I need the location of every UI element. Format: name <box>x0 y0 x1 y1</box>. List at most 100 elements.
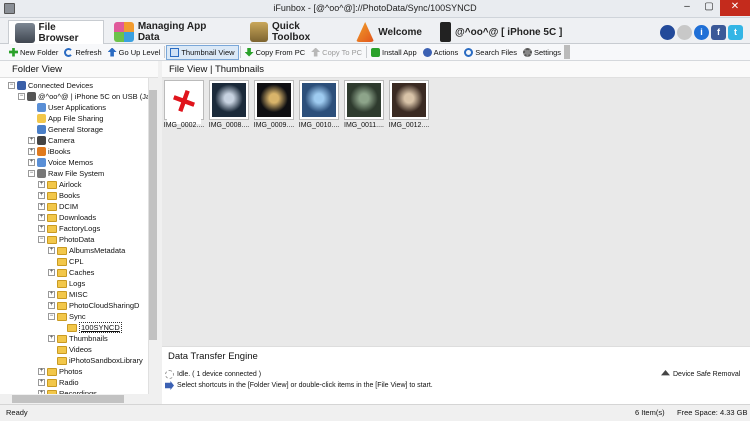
file-thumbnail[interactable] <box>299 80 339 120</box>
expand-toggle[interactable]: + <box>38 379 45 386</box>
toolbar-divider <box>239 46 241 58</box>
tree-item-label: Caches <box>69 268 95 277</box>
tree-item[interactable]: CPL <box>48 256 84 267</box>
tree-item[interactable]: + Photos <box>38 366 82 377</box>
file-thumbnail[interactable] <box>254 80 294 120</box>
tree-item[interactable]: + FactoryLogs <box>38 223 100 234</box>
expand-toggle[interactable]: + <box>38 225 45 232</box>
tree-item[interactable]: + Camera <box>28 135 75 146</box>
twitter-icon[interactable]: t <box>728 25 743 40</box>
tree-item[interactable]: + AlbumsMetadata <box>48 245 125 256</box>
expand-toggle[interactable]: + <box>28 137 35 144</box>
expand-toggle[interactable]: + <box>38 203 45 210</box>
collapse-toggle[interactable]: − <box>8 82 15 89</box>
refresh-circle-icon[interactable] <box>677 25 692 40</box>
expand-toggle[interactable]: + <box>28 148 35 155</box>
folder-view-header: Folder View <box>0 61 160 78</box>
file-view-area[interactable]: IMG_0002.... IMG_0008.... IMG_0009.... IMG_… <box>162 78 750 346</box>
tree-item[interactable]: + Radio <box>38 377 79 388</box>
tree-item-label: App File Sharing <box>48 114 104 123</box>
thumbnail-view-button[interactable]: Thumbnail View <box>166 44 239 60</box>
expand-toggle[interactable]: + <box>38 181 45 188</box>
tree-item[interactable]: iPhotoSandboxLibrary <box>48 355 143 366</box>
folder-icon <box>47 213 57 222</box>
tree-item[interactable]: − Connected Devices <box>8 80 93 91</box>
tree-item-label: 100SYNCD <box>79 322 122 333</box>
tree-item[interactable]: + Voice Memos <box>28 157 93 168</box>
expand-toggle[interactable]: + <box>38 214 45 221</box>
tree-item[interactable]: Videos <box>48 344 92 355</box>
go-up-level-button[interactable]: Go Up Level <box>105 45 164 60</box>
info-icon[interactable]: i <box>694 25 709 40</box>
actions-button[interactable]: Actions <box>420 45 462 60</box>
tree-item[interactable]: − Sync <box>48 311 86 322</box>
tab-managing-app-data[interactable]: Managing App Data <box>108 20 236 44</box>
refresh-button[interactable]: Refresh <box>61 45 104 60</box>
search-files-button[interactable]: Search Files <box>461 45 520 60</box>
expand-toggle[interactable]: + <box>48 247 55 254</box>
tree-item[interactable]: + Airlock <box>38 179 82 190</box>
tree-item[interactable]: + Caches <box>48 267 94 278</box>
folder-icon <box>57 290 67 299</box>
tree-item[interactable]: + PhotoCloudSharingD <box>48 300 139 311</box>
idle-spinner-icon <box>165 370 174 379</box>
tree-item[interactable]: + Thumbnails <box>48 333 108 344</box>
device-safe-removal-button[interactable]: Device Safe Removal <box>661 370 740 379</box>
tree-item[interactable]: Logs <box>48 278 85 289</box>
tree-hscroll-thumb[interactable] <box>12 395 124 403</box>
collapse-toggle[interactable]: − <box>48 313 55 320</box>
file-thumbnail[interactable] <box>344 80 384 120</box>
expand-toggle[interactable]: + <box>28 159 35 166</box>
collapse-toggle[interactable]: − <box>38 236 45 243</box>
collapse-toggle[interactable]: − <box>28 170 35 177</box>
tree-item[interactable]: − PhotoData <box>38 234 94 245</box>
expand-toggle[interactable]: + <box>38 368 45 375</box>
new-folder-button[interactable]: New Folder <box>6 45 61 60</box>
tree-item[interactable]: 100SYNCD <box>58 322 122 333</box>
tree-item[interactable]: App File Sharing <box>28 113 103 124</box>
tree-item-label: Airlock <box>59 180 82 189</box>
toolbar-overflow-handle[interactable] <box>564 45 571 59</box>
tree-item[interactable]: − Raw File System <box>28 168 104 179</box>
expand-toggle[interactable]: + <box>48 269 55 276</box>
facebook-icon[interactable]: f <box>711 25 726 40</box>
free-space: Free Space: 4.33 GB <box>677 408 748 417</box>
device-safe-removal-label: Device Safe Removal <box>673 371 741 378</box>
copy-from-pc-button[interactable]: Copy From PC <box>242 45 309 60</box>
file-thumbnail[interactable] <box>209 80 249 120</box>
file-thumbnail[interactable] <box>164 80 204 124</box>
expand-toggle[interactable]: + <box>48 291 55 298</box>
tree-item[interactable]: User Applications <box>28 102 106 113</box>
tree-item[interactable]: + iBooks <box>28 146 71 157</box>
expand-toggle[interactable]: + <box>48 335 55 342</box>
apps-grid-icon <box>114 22 134 42</box>
minimize-button[interactable]: – <box>676 0 698 16</box>
tree-item[interactable]: + MISC <box>48 289 88 300</box>
copy-to-pc-button[interactable]: Copy To PC <box>308 45 365 60</box>
file-thumbnail[interactable] <box>389 80 429 120</box>
close-button[interactable]: ✕ <box>720 0 750 16</box>
expand-toggle[interactable]: + <box>48 302 55 309</box>
settings-button[interactable]: Settings <box>520 45 564 60</box>
tab-welcome[interactable]: Welcome <box>350 20 428 44</box>
expand-toggle[interactable]: + <box>38 192 45 199</box>
folder-icon <box>47 224 57 233</box>
tree-scroll-thumb[interactable] <box>149 90 157 340</box>
tree-item[interactable]: General Storage <box>28 124 103 135</box>
tree-item-label: Photos <box>59 367 83 376</box>
globe-icon[interactable] <box>660 25 675 40</box>
tree-item[interactable]: + Downloads <box>38 212 96 223</box>
tree-item[interactable]: − @^oo^@ | iPhone 5C on USB (Ja <box>18 91 148 102</box>
tree-item[interactable]: + DCIM <box>38 201 78 212</box>
tab-file-browser[interactable]: File Browser <box>8 20 104 44</box>
folder-icon <box>57 301 67 310</box>
folder-icon <box>47 378 57 387</box>
maximize-button[interactable]: ▢ <box>698 0 720 16</box>
tab-quick-toolbox[interactable]: Quick Toolbox <box>244 20 340 44</box>
tree-item-label: Radio <box>59 378 79 387</box>
install-app-button[interactable]: Install App <box>368 45 420 60</box>
tree-item[interactable]: + Books <box>38 190 80 201</box>
tab-device[interactable]: @^oo^@ [ iPhone 5C ] <box>434 20 574 44</box>
collapse-toggle[interactable]: − <box>18 93 25 100</box>
thumbnail-image <box>167 90 201 124</box>
